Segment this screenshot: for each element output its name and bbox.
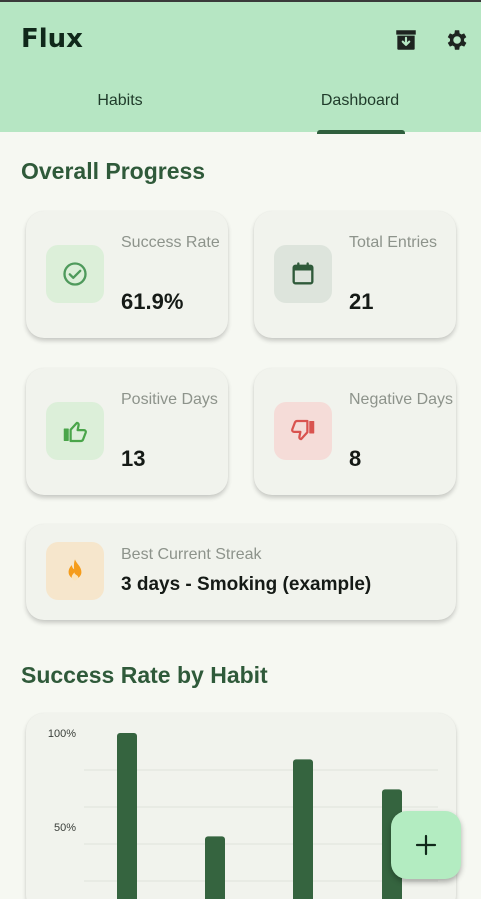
success-rate-card: Success Rate 61.9% xyxy=(26,211,228,338)
best-streak-card: Best Current Streak 3 days - Smoking (ex… xyxy=(26,524,456,620)
habit-chart-card: 100% 50% xyxy=(26,713,456,899)
total-entries-icon-box xyxy=(274,245,332,303)
success-rate-label: Success Rate xyxy=(121,234,220,251)
total-entries-value: 21 xyxy=(349,289,374,314)
best-streak-icon-box xyxy=(46,542,104,600)
fire-icon xyxy=(68,559,82,581)
negative-days-label: Negative Days xyxy=(349,391,454,408)
y-tick-label: 50% xyxy=(54,822,76,834)
thumbs-down-icon xyxy=(291,419,315,441)
tab-dashboard[interactable]: Dashboard xyxy=(300,92,420,134)
positive-days-label: Positive Days xyxy=(121,391,218,408)
archive-icon xyxy=(396,30,416,50)
tab-habits[interactable]: Habits xyxy=(60,92,180,134)
plus-icon xyxy=(415,834,437,856)
thumbs-up-icon xyxy=(63,421,87,443)
habit-bar[interactable] xyxy=(293,759,313,899)
app-title: Flux xyxy=(21,24,83,54)
positive-days-card: Positive Days 13 xyxy=(26,368,228,495)
tab-selected-indicator xyxy=(317,130,405,134)
add-habit-button[interactable]: + xyxy=(391,811,461,879)
top-app-bar: Flux Habits Dashboard xyxy=(0,0,481,134)
calendar-icon xyxy=(292,262,314,285)
archive-button[interactable] xyxy=(391,25,421,55)
total-entries-card: Total Entries 21 xyxy=(254,211,456,338)
success-rate-icon-box xyxy=(46,245,104,303)
y-tick-label: 100% xyxy=(48,728,76,740)
check-circle-icon xyxy=(63,262,87,286)
habit-bar[interactable] xyxy=(205,836,225,899)
negative-days-value: 8 xyxy=(349,446,362,471)
app-root: Flux Habits Dashboard Overall Progress S… xyxy=(0,0,481,899)
best-streak-label: Best Current Streak xyxy=(121,546,262,563)
settings-button[interactable] xyxy=(441,25,471,55)
negative-days-card: Negative Days 8 xyxy=(254,368,456,495)
negative-days-icon-box xyxy=(274,402,332,460)
habit-bar[interactable] xyxy=(117,733,137,899)
positive-days-value: 13 xyxy=(121,446,146,471)
total-entries-label: Total Entries xyxy=(349,234,438,251)
success-rate-bar-chart: 100% 50% xyxy=(48,728,438,899)
positive-days-icon-box xyxy=(46,402,104,460)
success-rate-value: 61.9% xyxy=(121,289,184,314)
overall-progress-title: Overall Progress xyxy=(21,158,206,184)
best-streak-value: 3 days - Smoking (example) xyxy=(121,574,372,595)
habit-chart-title: Success Rate by Habit xyxy=(21,662,268,688)
gear-icon xyxy=(447,30,467,50)
